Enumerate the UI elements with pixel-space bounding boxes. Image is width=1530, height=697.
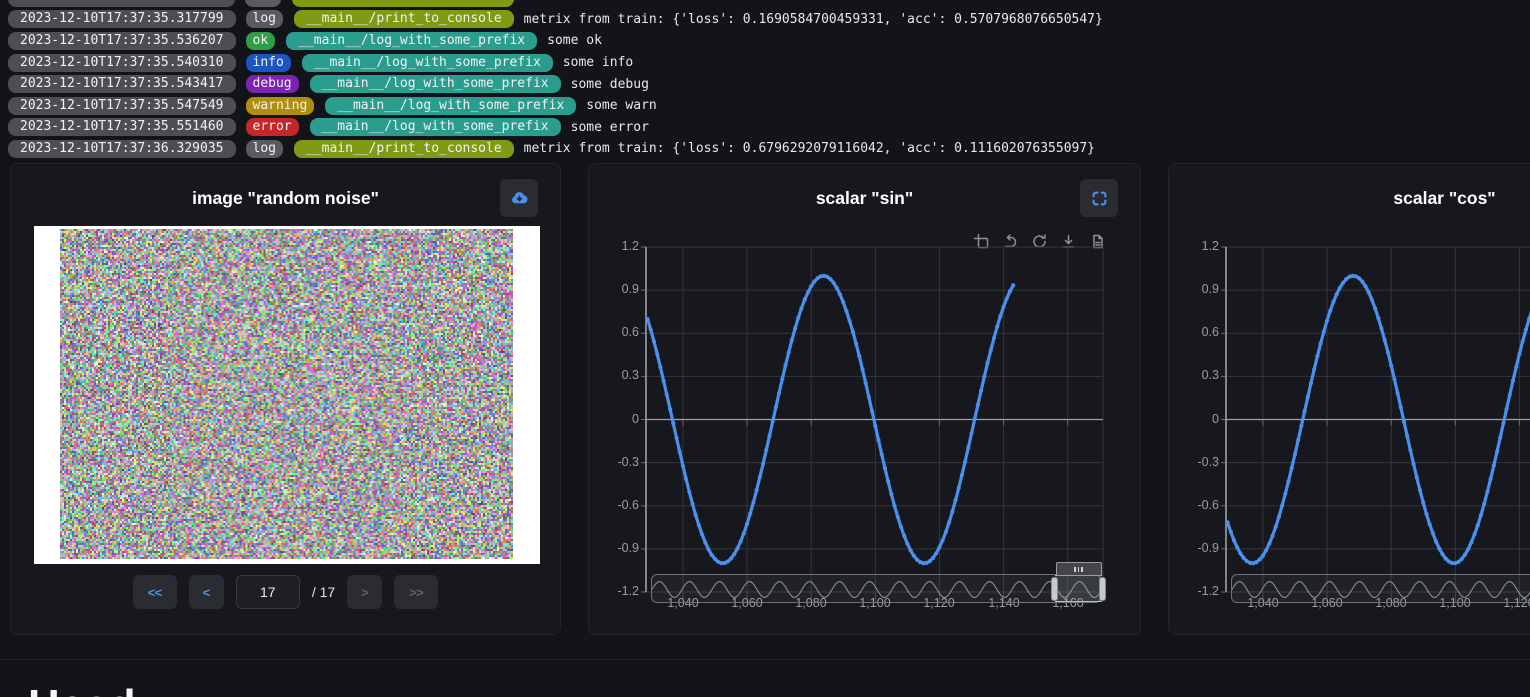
level-badge: log — [246, 10, 283, 28]
y-tick-label: -1.2 — [595, 584, 639, 598]
expand-icon — [1091, 190, 1108, 207]
module-badge: __main__/log_with_some_prefix — [310, 75, 561, 93]
log-message: some warn — [586, 98, 656, 113]
slider-preview-wave — [652, 575, 1102, 604]
timestamp-badge: 2023-12-10T17:37:35.543417 — [8, 75, 236, 93]
cos-plot-area[interactable] — [1226, 247, 1530, 592]
slider-grip[interactable] — [1056, 562, 1102, 576]
range-slider[interactable] — [651, 574, 1101, 603]
y-tick-label: -0.3 — [595, 455, 639, 469]
y-tick-label: 0.3 — [1175, 368, 1219, 382]
image-pagination: << < / 17 > >> — [11, 575, 560, 609]
timestamp-badge: 2023-12-10T17:37:35.317799 — [8, 10, 236, 28]
level-badge: log — [246, 140, 283, 158]
image-card: image "random noise" << < / 17 > >> — [10, 163, 561, 635]
log-row: 2023-12-10T17:37:35.547549 warning __mai… — [8, 95, 1530, 117]
log-message: some error — [571, 120, 649, 135]
y-tick-label: 0.6 — [595, 325, 639, 339]
slider-handle-right[interactable] — [1099, 577, 1106, 601]
timestamp-badge: 2023-12-10T17:37:36.329035 — [8, 140, 236, 158]
last-page-button[interactable]: >> — [394, 575, 438, 609]
y-tick-label: -1.2 — [1175, 584, 1219, 598]
expand-chart-button[interactable] — [1080, 179, 1118, 217]
log-row: 2023-12-10T17:37:35.540310 info __main__… — [8, 52, 1530, 74]
y-tick-label: 0.9 — [595, 282, 639, 296]
slider-handle-left[interactable] — [1051, 577, 1058, 601]
level-badge: ok — [246, 32, 276, 50]
level-badge: debug — [246, 75, 299, 93]
level-badge: error — [246, 118, 299, 136]
sin-card-title: scalar "sin" — [589, 188, 1140, 209]
download-image-button[interactable] — [500, 179, 538, 217]
module-badge: __main__/print_to_console — [294, 140, 514, 158]
noise-image — [60, 229, 513, 559]
cos-card-title: scalar "cos" — [1169, 188, 1530, 209]
module-badge — [292, 0, 514, 7]
module-badge: __main__/log_with_some_prefix — [286, 32, 537, 50]
timestamp-badge — [8, 0, 235, 7]
timestamp-badge: 2023-12-10T17:37:35.536207 — [8, 32, 236, 50]
cos-chart-card: scalar "cos" 1.2 0.9 0.6 0.3 0 -0.3 -0.6 -0.9 -1… — [1168, 163, 1530, 635]
y-tick-label: 0 — [1175, 412, 1219, 426]
log-row: 2023-12-10T17:37:35.543417 debug __main_… — [8, 73, 1530, 95]
module-badge: __main__/log_with_some_prefix — [302, 54, 553, 72]
module-badge: __main__/log_with_some_prefix — [325, 97, 576, 115]
y-tick-label: 0.6 — [1175, 325, 1219, 339]
log-console: 2023-12-10T17:37:35.317799 log __main__/… — [0, 0, 1530, 160]
timestamp-badge: 2023-12-10T17:37:35.551460 — [8, 118, 236, 136]
sin-chart-card: scalar "sin" 1.2 0.9 0.6 0.3 0 -0.3 -0.6 -0.9 -1… — [588, 163, 1141, 635]
slider-selection[interactable] — [1055, 575, 1102, 602]
y-tick-label: -0.9 — [1175, 541, 1219, 555]
level-badge — [245, 0, 281, 7]
next-page-button[interactable]: > — [347, 575, 382, 609]
range-slider[interactable] — [1231, 574, 1530, 603]
random-noise-image — [34, 226, 540, 564]
y-tick-label: 1.2 — [1175, 239, 1219, 253]
log-message: some info — [563, 55, 633, 70]
log-message: some ok — [547, 33, 602, 48]
first-page-button[interactable]: << — [133, 575, 177, 609]
y-tick-label: -0.9 — [595, 541, 639, 555]
image-card-title: image "random noise" — [11, 188, 560, 209]
module-badge: __main__/log_with_some_prefix — [310, 118, 561, 136]
timestamp-badge: 2023-12-10T17:37:35.540310 — [8, 54, 236, 72]
y-tick-label: 0 — [595, 412, 639, 426]
y-tick-label: 1.2 — [595, 239, 639, 253]
page-number-input[interactable] — [236, 575, 300, 609]
y-tick-label: 0.3 — [595, 368, 639, 382]
y-tick-label: -0.3 — [1175, 455, 1219, 469]
log-row: 2023-12-10T17:37:36.329035 log __main__/… — [8, 138, 1530, 160]
cards-row: image "random noise" << < / 17 > >> scal… — [10, 163, 1530, 635]
log-message: metrix from train: {'loss': 0.1690584700… — [524, 12, 1103, 27]
page-total-label: / 17 — [312, 584, 335, 600]
log-row: 2023-12-10T17:37:35.317799 log __main__/… — [8, 9, 1530, 31]
y-tick-label: -0.6 — [595, 498, 639, 512]
level-badge: warning — [246, 97, 315, 115]
prev-page-button[interactable]: < — [189, 575, 224, 609]
y-tick-label: -0.6 — [1175, 498, 1219, 512]
log-message: metrix from train: {'loss': 0.6796292079… — [524, 141, 1095, 156]
section-divider — [0, 659, 1530, 660]
slider-preview-wave — [1232, 575, 1530, 604]
module-badge: __main__/print_to_console — [294, 10, 514, 28]
y-tick-label: 0.9 — [1175, 282, 1219, 296]
level-badge: info — [246, 54, 291, 72]
timestamp-badge: 2023-12-10T17:37:35.547549 — [8, 97, 236, 115]
cloud-download-icon — [510, 189, 529, 207]
footer-heading: Head — [28, 684, 136, 697]
sin-plot-area[interactable] — [646, 247, 1103, 592]
log-row: 2023-12-10T17:37:35.536207 ok __main__/l… — [8, 30, 1530, 52]
log-row: 2023-12-10T17:37:35.551460 error __main_… — [8, 117, 1530, 139]
log-message: some debug — [571, 77, 649, 92]
log-row — [8, 0, 1530, 9]
